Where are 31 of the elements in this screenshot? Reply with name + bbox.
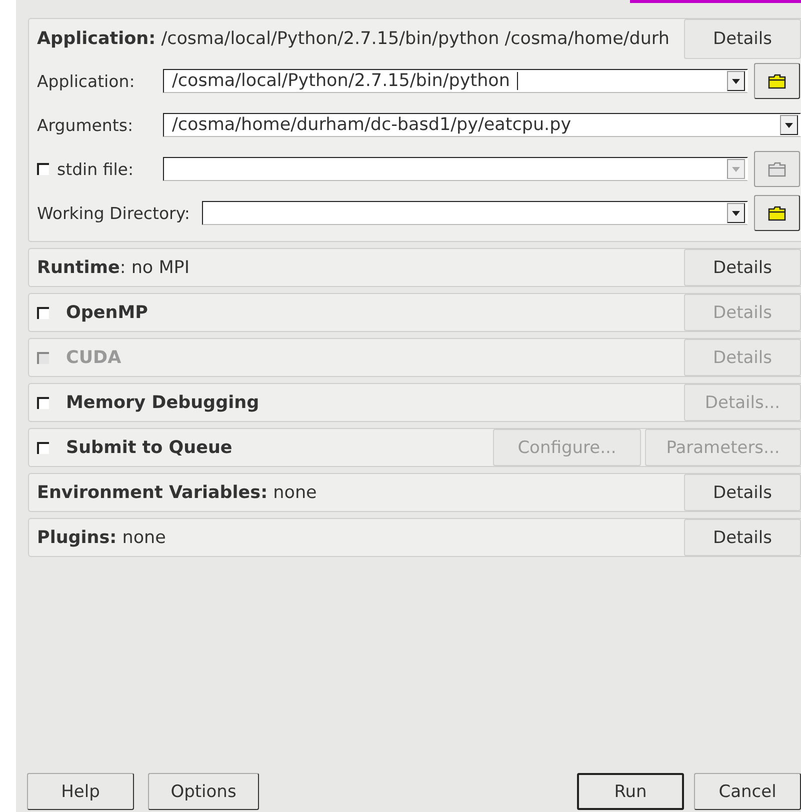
footer-button[interactable]: Help	[27, 773, 134, 810]
application-summary: Application: /cosma/local/Python/2.7.15/bin/python /cosma/home/durh	[36, 29, 670, 49]
details-button[interactable]: Details	[684, 249, 801, 286]
footer-button[interactable]: Run	[577, 773, 684, 810]
footer-button[interactable]: Cancel	[694, 773, 801, 810]
field-label: Arguments:	[37, 116, 134, 134]
checkbox[interactable]	[37, 442, 49, 454]
section-label: CUDA	[66, 348, 122, 368]
combo-field[interactable]: /cosma/local/Python/2.7.15/bin/python	[163, 69, 748, 93]
folder-icon	[768, 162, 786, 176]
section-summary: Plugins: none	[37, 528, 166, 548]
checkbox[interactable]	[37, 396, 49, 408]
field-label: Application:	[37, 72, 136, 90]
section-label: OpenMP	[66, 302, 148, 322]
section-label: Memory Debugging	[66, 392, 260, 412]
field-label: stdin file:	[57, 160, 134, 178]
footer-button[interactable]: Options	[148, 773, 259, 810]
folder-icon	[768, 206, 786, 220]
folder-icon	[768, 74, 786, 88]
checkbox[interactable]	[37, 306, 49, 318]
details-button[interactable]: Details	[684, 519, 801, 556]
details-button[interactable]: Details	[684, 19, 801, 59]
field-label: Working Directory:	[37, 204, 190, 222]
browse-button[interactable]	[754, 195, 800, 231]
section-summary: Environment Variables: none	[37, 482, 317, 502]
combo-field[interactable]	[202, 201, 748, 225]
section-label: Submit to Queue	[66, 438, 232, 458]
details-button[interactable]: Details	[684, 474, 801, 511]
browse-button[interactable]	[754, 63, 800, 99]
combo-field[interactable]: /cosma/home/durham/dc-basd1/py/eatcpu.py	[163, 113, 801, 137]
section-summary: Runtime: no MPI	[37, 258, 190, 278]
